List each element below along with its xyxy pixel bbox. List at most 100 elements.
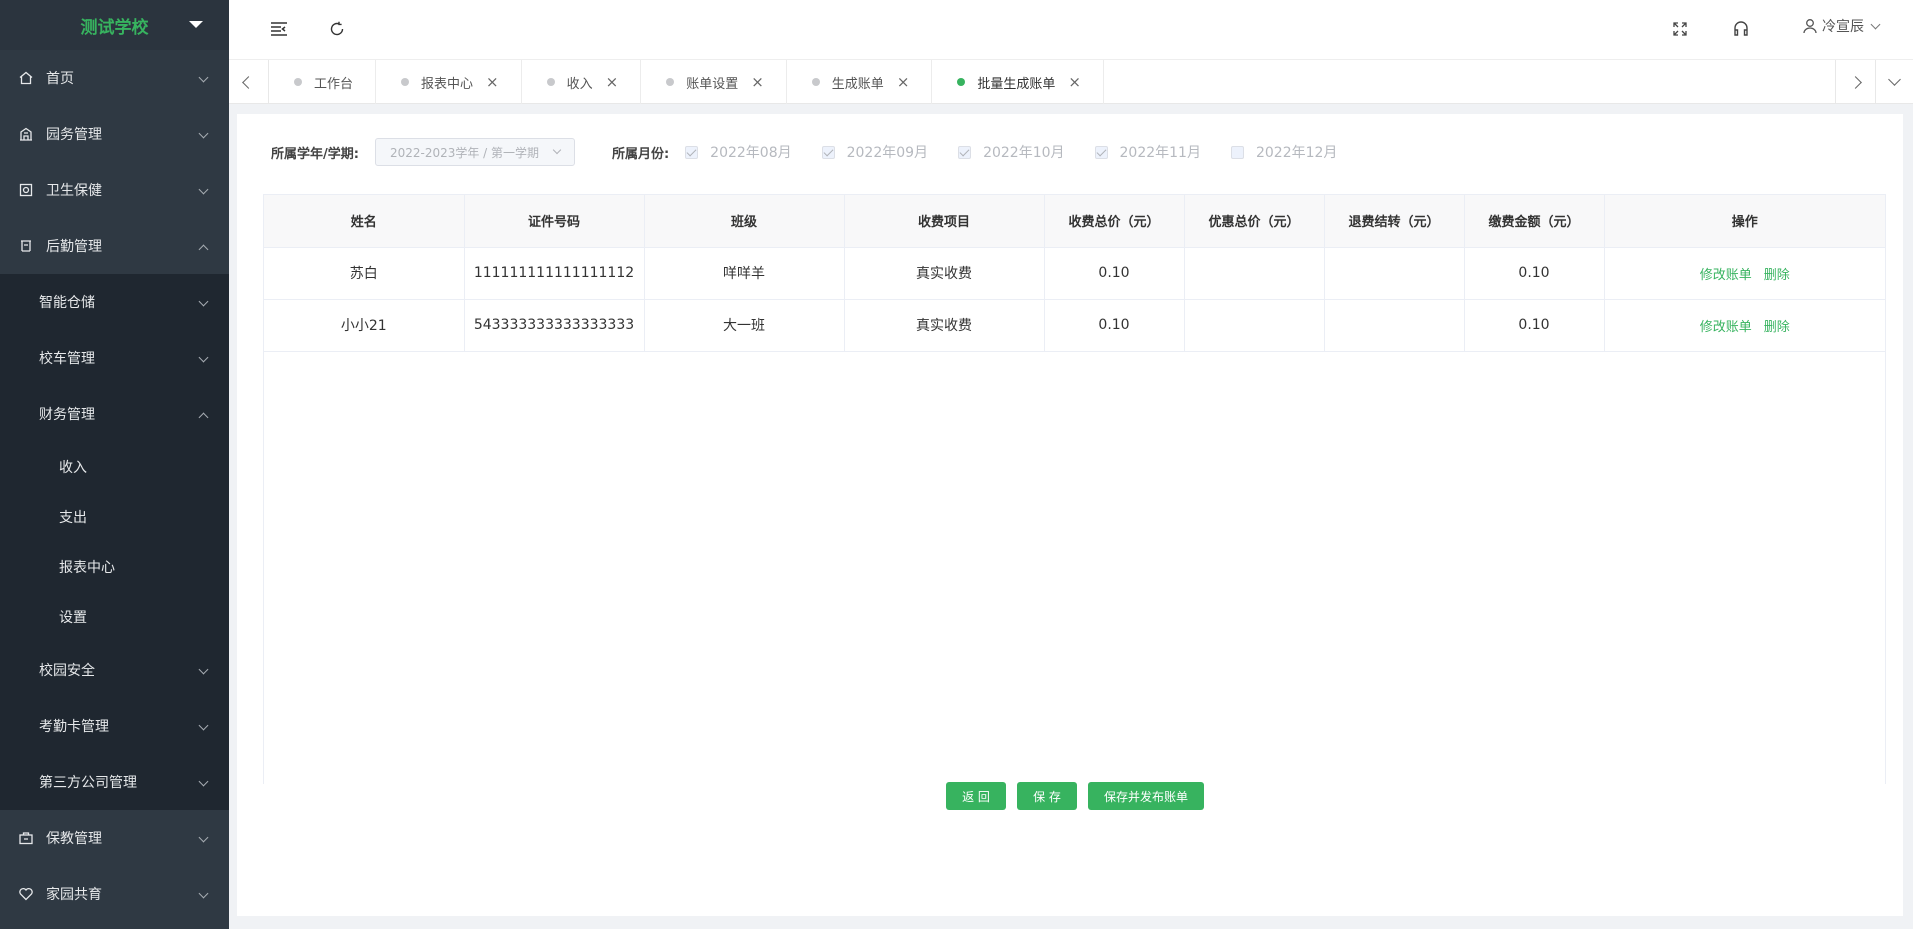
sidebar-item-label: 首页 xyxy=(46,71,74,87)
tab-report-center[interactable]: 报表中心 × xyxy=(376,60,522,104)
tab-dot xyxy=(294,78,302,86)
menu-fold-icon[interactable] xyxy=(268,18,290,40)
chevron-left-icon xyxy=(242,75,255,89)
tab-dot xyxy=(401,78,410,86)
month-checkbox[interactable]: 2022年12月 xyxy=(1230,142,1338,162)
close-icon[interactable]: × xyxy=(486,74,499,90)
checkbox-box[interactable] xyxy=(821,145,835,159)
chevron-down-icon xyxy=(198,720,209,731)
checkbox-box[interactable] xyxy=(685,145,699,159)
sidebar-item-finance[interactable]: 财务管理 xyxy=(0,386,229,442)
chevron-down-icon xyxy=(198,296,209,307)
tab-dot xyxy=(957,78,966,86)
sidebar-item-report-center[interactable]: 报表中心 xyxy=(0,542,229,592)
tab-label: 批量生成账单 xyxy=(977,76,1056,92)
sidebar-item-label: 支出 xyxy=(59,510,87,526)
sidebar-item-campus-safety[interactable]: 校园安全 xyxy=(0,642,229,698)
filter-bar: 所属学年/学期: 2022-2023学年 / 第一学期 所属月份: 2022年0… xyxy=(271,138,1367,166)
month-checkbox[interactable]: 2022年09月 xyxy=(821,142,929,162)
sidebar-item-home[interactable]: 首页 xyxy=(0,50,229,106)
month-option-label: 2022年09月 xyxy=(846,145,929,161)
tab-batch-generate-bill[interactable]: 批量生成账单 × xyxy=(932,60,1104,104)
chevron-up-icon xyxy=(198,244,209,255)
health-icon xyxy=(18,182,34,198)
sidebar-item-income[interactable]: 收入 xyxy=(0,442,229,492)
tab-generate-bill[interactable]: 生成账单 × xyxy=(787,60,933,104)
sidebar-item-label: 家园共育 xyxy=(46,887,102,903)
chevron-down-icon xyxy=(198,832,209,843)
term-value: 2022-2023学年 / 第一学期 xyxy=(389,145,540,160)
column-header: 缴费金额（元） xyxy=(1464,195,1605,248)
sidebar-item-home-school[interactable]: 家园共育 xyxy=(0,866,229,922)
back-button[interactable]: 返 回 xyxy=(946,782,1006,810)
month-checkbox[interactable]: 2022年11月 xyxy=(1094,142,1201,162)
cell-total: 0.10 xyxy=(1044,247,1185,300)
sidebar-item-label: 园务管理 xyxy=(46,127,102,143)
sidebar-item-logistics[interactable]: 后勤管理 xyxy=(0,218,229,274)
month-option-label: 2022年08月 xyxy=(710,145,792,161)
delete-link[interactable]: 删除 xyxy=(1764,268,1790,283)
column-header: 操作 xyxy=(1604,195,1885,248)
tab-workbench[interactable]: 工作台 xyxy=(269,60,377,104)
tab-dot xyxy=(666,78,675,86)
sidebar-item-settings[interactable]: 设置 xyxy=(0,592,229,642)
finance-submenu: 收入 支出 报表中心 设置 xyxy=(0,442,229,642)
close-icon[interactable]: × xyxy=(606,74,619,90)
close-icon[interactable]: × xyxy=(1068,74,1081,90)
table-row: 苏白 111111111111111112 咩咩羊 真实收费 0.10 0.10… xyxy=(264,247,1885,300)
tab-label: 收入 xyxy=(566,76,593,92)
headset-icon[interactable] xyxy=(1730,18,1752,40)
sidebar-item-education[interactable]: 保教管理 xyxy=(0,810,229,866)
sidebar-item-expense[interactable]: 支出 xyxy=(0,492,229,542)
fullscreen-icon[interactable] xyxy=(1669,18,1691,40)
tab-income[interactable]: 收入 × xyxy=(522,60,642,104)
chevron-down-icon xyxy=(198,184,209,195)
edit-bill-link[interactable]: 修改账单 xyxy=(1700,320,1752,335)
month-checkbox[interactable]: 2022年08月 xyxy=(685,142,792,162)
column-header: 收费总价（元） xyxy=(1044,195,1185,248)
cell-ops: 修改账单 删除 xyxy=(1604,299,1885,352)
sidebar-item-health[interactable]: 卫生保健 xyxy=(0,162,229,218)
month-option-label: 2022年12月 xyxy=(1255,145,1338,161)
sidebar-item-attendance-card[interactable]: 考勤卡管理 xyxy=(0,698,229,754)
tab-scroll-right-button[interactable] xyxy=(1835,60,1875,104)
chevron-down-icon xyxy=(198,888,209,899)
sidebar-item-third-party[interactable]: 第三方公司管理 xyxy=(0,754,229,810)
save-publish-button[interactable]: 保存并发布账单 xyxy=(1088,782,1204,810)
sidebar-item-label: 卫生保健 xyxy=(46,183,102,199)
edit-bill-link[interactable]: 修改账单 xyxy=(1700,268,1752,283)
month-checkbox[interactable]: 2022年10月 xyxy=(958,142,1065,162)
month-checkbox-group: 2022年08月 2022年09月 2022年10月 2022年11月 2022… xyxy=(685,142,1367,162)
checkbox-box[interactable] xyxy=(1094,145,1108,159)
month-option-label: 2022年11月 xyxy=(1119,145,1201,161)
checkbox-box[interactable] xyxy=(958,145,972,159)
sidebar-item-label: 第三方公司管理 xyxy=(39,775,137,791)
tab-dropdown-button[interactable] xyxy=(1875,60,1913,104)
tab-bill-settings[interactable]: 账单设置 × xyxy=(641,60,787,104)
user-menu[interactable]: 冷宣辰 xyxy=(1802,16,1881,36)
save-button[interactable]: 保 存 xyxy=(1017,782,1077,810)
sidebar-item-smart-storage[interactable]: 智能仓储 xyxy=(0,274,229,330)
caret-down-icon[interactable] xyxy=(189,21,203,28)
delete-link[interactable]: 删除 xyxy=(1764,320,1790,335)
column-header: 优惠总价（元） xyxy=(1184,195,1325,248)
building-icon xyxy=(18,126,34,142)
sidebar-item-label: 设置 xyxy=(59,610,87,626)
term-select[interactable]: 2022-2023学年 / 第一学期 xyxy=(374,138,575,166)
cell-paid: 0.10 xyxy=(1464,247,1605,300)
sidebar-item-school-bus[interactable]: 校车管理 xyxy=(0,330,229,386)
cell-id-no: 111111111111111112 xyxy=(464,247,645,300)
column-header: 班级 xyxy=(644,195,845,248)
table-row: 小小21 543333333333333333 大一班 真实收费 0.10 0.… xyxy=(264,299,1885,352)
cell-discount xyxy=(1184,299,1325,352)
cell-class: 大一班 xyxy=(644,299,845,352)
checkbox-box[interactable] xyxy=(1230,145,1244,159)
close-icon[interactable]: × xyxy=(897,74,910,90)
tab-scroll-left-button[interactable] xyxy=(229,60,269,104)
school-selector[interactable]: 测试学校 xyxy=(0,0,229,50)
chevron-up-icon xyxy=(198,412,209,423)
refresh-icon[interactable] xyxy=(326,18,348,40)
sidebar: 测试学校 首页 园务管理 卫生保健 后勤管理 智能仓储 校车管理 财务管理 收入… xyxy=(0,0,229,929)
sidebar-item-campus[interactable]: 园务管理 xyxy=(0,106,229,162)
close-icon[interactable]: × xyxy=(751,74,764,90)
